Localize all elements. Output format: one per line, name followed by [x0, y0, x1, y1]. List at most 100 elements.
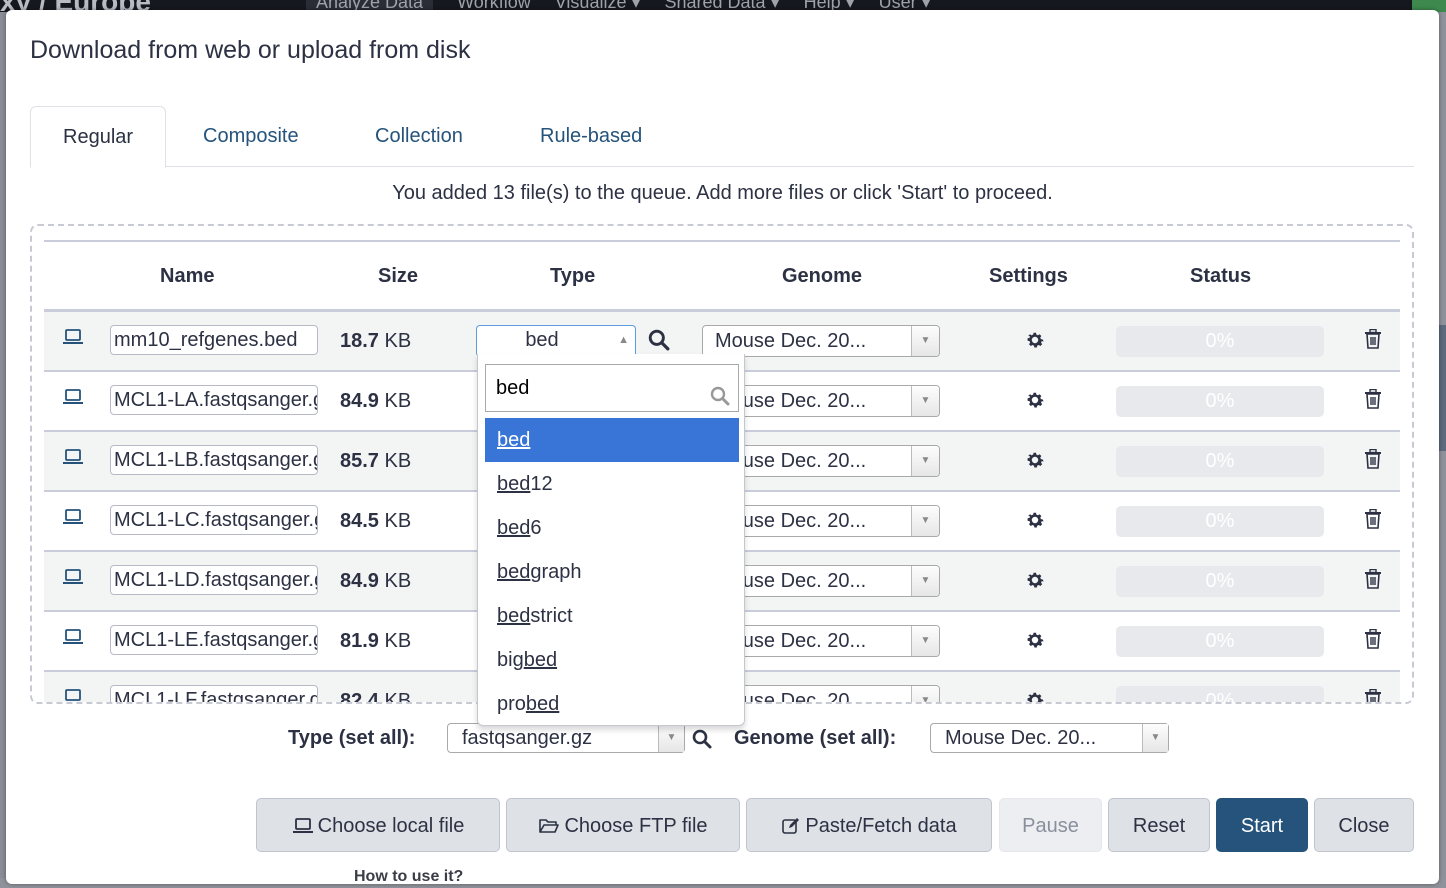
- match-highlight: bed: [497, 429, 531, 451]
- file-size-unit: KB: [384, 570, 412, 592]
- trash-icon[interactable]: [1364, 508, 1382, 534]
- tab-rule-based[interactable]: Rule-based: [508, 106, 674, 167]
- choose-local-file-button[interactable]: Choose local file: [256, 798, 500, 852]
- paste-fetch-data-button[interactable]: Paste/Fetch data: [746, 798, 992, 852]
- type-option[interactable]: probed: [485, 682, 739, 726]
- file-size-unit: KB: [384, 690, 412, 704]
- trash-icon[interactable]: [1364, 328, 1382, 354]
- header-genome: Genome: [782, 265, 863, 287]
- tab-regular[interactable]: Regular: [30, 106, 167, 168]
- gear-icon[interactable]: [1024, 569, 1046, 596]
- type-set-all-search-icon[interactable]: [692, 729, 712, 754]
- upload-progress-bar: 0%: [1116, 446, 1324, 477]
- tab-composite[interactable]: Composite: [171, 106, 331, 167]
- genome-set-all-label: Genome (set all):: [734, 727, 897, 749]
- laptop-icon: [292, 818, 313, 833]
- header-size: Size: [378, 265, 419, 287]
- file-size-unit: KB: [384, 450, 412, 472]
- upload-progress-label: 0%: [1205, 450, 1235, 472]
- type-option[interactable]: bed: [485, 418, 739, 462]
- file-size-value: 84.5: [340, 510, 379, 532]
- file-size-unit: KB: [384, 330, 412, 352]
- background-right-panel: [1438, 12, 1446, 888]
- laptop-icon: [62, 389, 84, 410]
- modal-title: Download from web or upload from disk: [30, 36, 471, 64]
- chevron-down-icon: ▼: [911, 446, 939, 476]
- laptop-icon: [62, 329, 84, 350]
- chevron-down-icon: ▼: [911, 326, 939, 356]
- genome-set-all-value: Mouse Dec. 20...: [945, 727, 1097, 749]
- file-name-input[interactable]: MCL1-LA.fastqsanger.gz: [110, 385, 318, 415]
- gear-icon[interactable]: [1024, 449, 1046, 476]
- file-name-input[interactable]: MCL1-LE.fastqsanger.gz: [110, 625, 318, 655]
- background-peek-text: How to use it?: [354, 868, 464, 885]
- file-size-value: 84.9: [340, 390, 379, 412]
- match-highlight: bed: [525, 693, 560, 715]
- trash-icon[interactable]: [1364, 688, 1382, 702]
- file-size: 82.4 KB: [340, 672, 470, 704]
- chevron-down-icon: ▼: [911, 386, 939, 416]
- header-settings: Settings: [989, 265, 1068, 287]
- type-option[interactable]: bed6: [485, 506, 739, 550]
- header-name: Name: [160, 265, 215, 287]
- header-status: Status: [1190, 265, 1252, 287]
- file-size-value: 85.7: [340, 450, 379, 472]
- gear-icon[interactable]: [1024, 509, 1046, 536]
- chevron-down-icon: ▼: [911, 686, 939, 702]
- file-name-input[interactable]: MCL1-LC.fastqsanger.gz: [110, 505, 318, 535]
- close-button[interactable]: Close: [1314, 798, 1414, 852]
- type-options-list: bed bed12 bed6 bedgraph bedstrict bigbed probe…: [485, 418, 739, 726]
- trash-icon[interactable]: [1364, 388, 1382, 414]
- upload-progress-label: 0%: [1205, 570, 1235, 592]
- file-size: 84.9 KB: [340, 372, 470, 430]
- table-header: Name Size Type Genome Settings Status: [44, 240, 1400, 312]
- trash-icon[interactable]: [1364, 568, 1382, 594]
- file-size-unit: KB: [384, 390, 412, 412]
- genome-set-all-select[interactable]: Mouse Dec. 20... ▼: [930, 723, 1169, 753]
- gear-icon[interactable]: [1024, 389, 1046, 416]
- laptop-icon: [62, 449, 84, 470]
- type-dropdown: bed bed bed12 bed6 bedgraph bedstrict bigbed p…: [477, 354, 745, 726]
- file-size-value: 84.9: [340, 570, 379, 592]
- header-type: Type: [550, 265, 596, 287]
- upload-progress-label: 0%: [1205, 630, 1235, 652]
- file-name-input[interactable]: MCL1-LF.fastqsanger.gz: [110, 685, 318, 702]
- type-select-value: bed: [525, 329, 559, 351]
- file-size-value: 82.4: [340, 690, 379, 704]
- trash-icon[interactable]: [1364, 448, 1382, 474]
- file-size-value: 81.9: [340, 630, 379, 652]
- upload-progress-label: 0%: [1205, 330, 1235, 352]
- queue-message: You added 13 file(s) to the queue. Add m…: [392, 182, 1053, 204]
- upload-progress-label: 0%: [1205, 390, 1235, 412]
- genome-select[interactable]: Mouse Dec. 20... ▼: [702, 325, 940, 357]
- file-name-input[interactable]: mm10_refgenes.bed: [110, 325, 318, 355]
- file-name-input[interactable]: MCL1-LB.fastqsanger.gz: [110, 445, 318, 475]
- type-option[interactable]: bedgraph: [485, 550, 739, 594]
- upload-progress-bar: 0%: [1116, 506, 1324, 537]
- upload-progress-label: 0%: [1205, 510, 1235, 532]
- gear-icon[interactable]: [1024, 629, 1046, 656]
- file-size-unit: KB: [384, 630, 412, 652]
- file-size-unit: KB: [384, 510, 412, 532]
- file-size-value: 18.7: [340, 330, 379, 352]
- type-option[interactable]: bigbed: [485, 638, 739, 682]
- file-size: 84.5 KB: [340, 492, 470, 550]
- gear-icon[interactable]: [1024, 689, 1046, 702]
- pause-button[interactable]: Pause: [999, 798, 1102, 852]
- start-button[interactable]: Start: [1216, 798, 1308, 852]
- tab-collection[interactable]: Collection: [343, 106, 495, 167]
- file-size: 85.7 KB: [340, 432, 470, 490]
- type-search-icon[interactable]: [648, 329, 670, 356]
- type-select[interactable]: bed ▲: [476, 325, 636, 355]
- trash-icon[interactable]: [1364, 628, 1382, 654]
- type-set-all-select[interactable]: fastqsanger.gz ▼: [447, 723, 685, 753]
- type-option[interactable]: bed12: [485, 462, 739, 506]
- file-name-input[interactable]: MCL1-LD.fastqsanger.gz: [110, 565, 318, 595]
- reset-button[interactable]: Reset: [1108, 798, 1210, 852]
- type-option[interactable]: bedstrict: [485, 594, 739, 638]
- choose-ftp-file-button[interactable]: Choose FTP file: [506, 798, 740, 852]
- type-search-input[interactable]: bed: [485, 364, 739, 412]
- gear-icon[interactable]: [1024, 329, 1046, 356]
- upload-progress-bar: 0%: [1116, 566, 1324, 597]
- laptop-icon: [62, 509, 84, 530]
